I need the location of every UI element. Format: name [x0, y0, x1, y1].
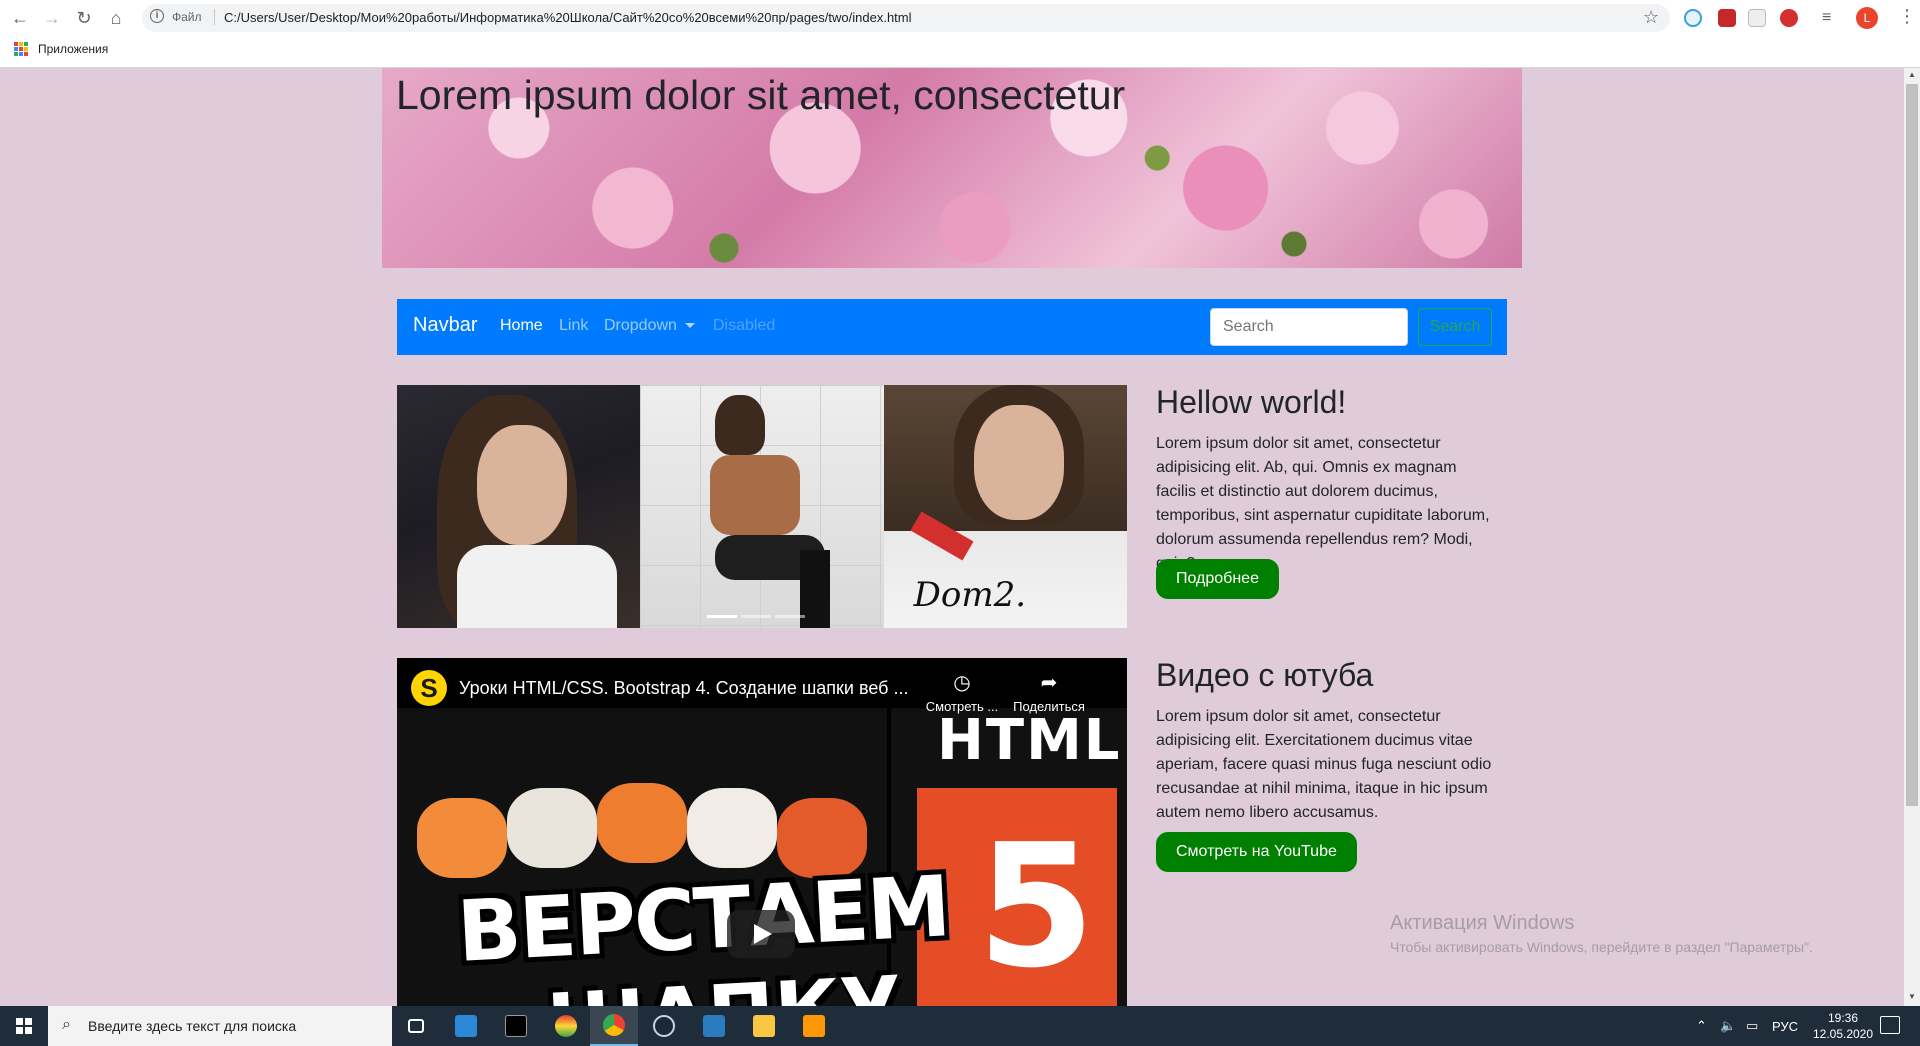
search-icon: ⌕ — [62, 1016, 71, 1033]
caret-down-icon — [684, 323, 695, 329]
clock[interactable]: 19:36 12.05.2020 — [1808, 1010, 1878, 1042]
scroll-thumb[interactable] — [1906, 84, 1918, 806]
search-button[interactable]: Search — [1418, 308, 1492, 346]
volume-icon[interactable]: 🔈 — [1720, 1006, 1736, 1046]
page-viewport: Lorem ipsum dolor sit amet, consectetur … — [0, 68, 1904, 1006]
browser-toolbar: ← → ↻ ⌂ i Файл C:/Users/User/Desktop/Мои… — [0, 0, 1920, 36]
watch-later-button[interactable]: ◷ Смотреть ... — [922, 670, 1002, 714]
carousel-slide-3: Dom2. — [883, 385, 1127, 628]
notification-center-icon[interactable] — [1880, 1016, 1900, 1034]
terminal-app-icon[interactable] — [492, 1006, 540, 1046]
nav-dropdown-label: Dropdown — [604, 317, 677, 334]
youtube-video-embed[interactable]: HTML 5 ВЕРСТАЕМ ШАПКУ S Уроки HTML/CSS. … — [397, 658, 1127, 1006]
carousel-indicator[interactable] — [741, 615, 771, 618]
navbar-brand[interactable]: Navbar — [413, 314, 477, 337]
tray-chevron-icon[interactable]: ⌃ — [1696, 1006, 1707, 1046]
bookmark-apps-link[interactable]: Приложения — [38, 42, 108, 56]
image-carousel[interactable]: Dom2. — [397, 385, 1127, 628]
video-title[interactable]: Уроки HTML/CSS. Bootstrap 4. Создание ша… — [459, 678, 909, 699]
steam-app-icon[interactable] — [640, 1006, 688, 1046]
section2-heading: Видео с ютуба — [1156, 657, 1374, 693]
network-icon[interactable]: ▭ — [1746, 1006, 1758, 1046]
url-text[interactable]: C:/Users/User/Desktop/Мои%20работы/Инфор… — [224, 10, 912, 25]
sushi-shape — [417, 798, 507, 878]
back-icon[interactable]: ← — [8, 6, 32, 30]
color-app-icon[interactable] — [542, 1006, 590, 1046]
html5-five: 5 — [977, 808, 1096, 1006]
more-button[interactable]: Подробнее — [1156, 559, 1279, 599]
mail-app-icon[interactable] — [442, 1006, 490, 1046]
forward-icon[interactable]: → — [40, 6, 64, 30]
activation-subtitle: Чтобы активировать Windows, перейдите в … — [1390, 939, 1813, 955]
header-banner: Lorem ipsum dolor sit amet, consectetur — [382, 68, 1522, 268]
profile-avatar[interactable]: L — [1856, 7, 1878, 29]
scroll-up-icon[interactable]: ▲ — [1906, 70, 1918, 82]
sushi-shape — [597, 783, 687, 863]
home-icon[interactable]: ⌂ — [104, 6, 128, 30]
dom2-logo: Dom2. — [913, 575, 1027, 615]
scroll-down-icon[interactable]: ▼ — [1906, 992, 1918, 1004]
carousel-slide-1 — [397, 385, 641, 628]
video-title-bar: S Уроки HTML/CSS. Bootstrap 4. Создание … — [397, 658, 1127, 718]
sushi-shape — [687, 788, 777, 868]
carousel-indicator[interactable] — [775, 615, 805, 618]
extension-vpn-icon[interactable] — [1684, 9, 1702, 27]
watch-later-label: Смотреть ... — [925, 699, 999, 714]
file-explorer-icon[interactable] — [740, 1006, 788, 1046]
taskbar-search-box[interactable]: ⌕ Введите здесь текст для поиска — [48, 1006, 392, 1046]
taskbar-search-placeholder: Введите здесь текст для поиска — [88, 1018, 297, 1034]
watch-youtube-button[interactable]: Смотреть на YouTube — [1156, 832, 1357, 872]
nav-link-link[interactable]: Link — [559, 317, 588, 335]
reading-list-icon[interactable]: ≡ — [1822, 9, 1840, 27]
channel-avatar[interactable]: S — [411, 670, 447, 706]
share-label: Поделиться — [1013, 699, 1085, 714]
section1-heading: Hellow world! — [1156, 384, 1347, 420]
nav-link-disabled: Disabled — [713, 317, 776, 334]
clock-date: 12.05.2020 — [1812, 1027, 1874, 1041]
section2-text: Lorem ipsum dolor sit amet, consectetur … — [1156, 708, 1492, 821]
windows-logo-icon — [16, 1018, 32, 1034]
play-button[interactable] — [727, 910, 795, 958]
photos-app-icon[interactable] — [690, 1006, 738, 1046]
supreme-patch — [910, 511, 974, 561]
windows-taskbar: ⌕ Введите здесь текст для поиска ⌃ 🔈 ▭ Р… — [0, 1006, 1920, 1046]
task-view-icon[interactable] — [392, 1006, 440, 1046]
nav-link-home[interactable]: Home — [500, 317, 543, 335]
nav-link-dropdown[interactable]: Dropdown — [604, 317, 695, 335]
face-shape — [973, 405, 1064, 520]
windows-activation-notice: Активация Windows Чтобы активировать Win… — [1390, 912, 1813, 955]
info-icon[interactable]: i — [150, 9, 164, 23]
url-separator — [214, 9, 215, 25]
share-icon: ➦ — [1040, 672, 1058, 694]
clock-icon: ◷ — [953, 672, 971, 694]
section1-text: Lorem ipsum dolor sit amet, consectetur … — [1156, 435, 1490, 572]
start-button[interactable] — [0, 1006, 48, 1046]
url-scheme-label: Файл — [172, 10, 202, 24]
sweater-shape — [710, 455, 801, 535]
tshirt-shape — [457, 545, 617, 628]
hair-shape — [715, 395, 766, 455]
chrome-app-icon[interactable] — [590, 1006, 638, 1046]
search-input[interactable] — [1210, 308, 1408, 346]
share-button[interactable]: ➦ Поделиться — [1009, 670, 1089, 714]
activation-title: Активация Windows — [1390, 912, 1575, 934]
header-title: Lorem ipsum dolor sit amet, consectetur — [396, 72, 1126, 118]
face-shape — [477, 425, 567, 545]
apps-grid-icon[interactable] — [14, 42, 28, 56]
navbar: Navbar Home Link Dropdown Disabled Searc… — [397, 299, 1507, 355]
reload-icon[interactable]: ↻ — [72, 6, 96, 30]
bookmark-star-icon[interactable]: ☆ — [1643, 7, 1659, 28]
extension-ublock-icon[interactable] — [1718, 9, 1736, 27]
extension-generic-icon[interactable] — [1748, 9, 1766, 27]
sublime-text-icon[interactable] — [790, 1006, 838, 1046]
carousel-indicator[interactable] — [707, 615, 737, 618]
sushi-shape — [507, 788, 597, 868]
browser-chrome: ← → ↻ ⌂ i Файл C:/Users/User/Desktop/Мои… — [0, 0, 1920, 68]
language-indicator[interactable]: РУС — [1772, 1006, 1798, 1046]
clock-time: 19:36 — [1827, 1011, 1859, 1025]
menu-kebab-icon[interactable]: ⋮ — [1898, 6, 1916, 27]
extension-adblock-icon[interactable] — [1780, 9, 1798, 27]
carousel-slide-2 — [640, 385, 884, 628]
carousel-indicators[interactable] — [707, 615, 805, 618]
